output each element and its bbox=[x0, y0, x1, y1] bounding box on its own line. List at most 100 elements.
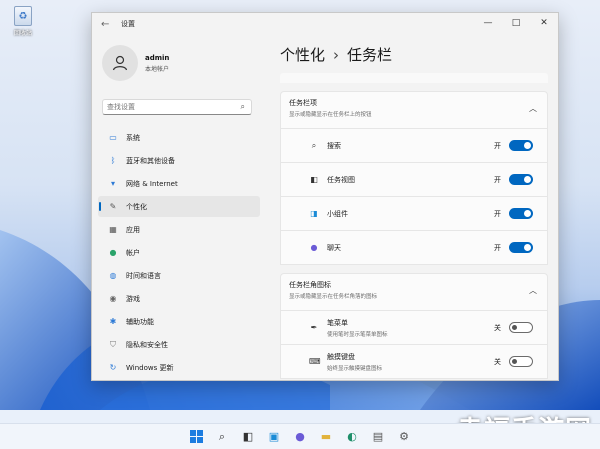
sidebar-item-label: 蓝牙和其他设备 bbox=[126, 156, 175, 165]
sidebar-item-time-language[interactable]: ◍ 时间和语言 bbox=[98, 265, 260, 286]
pen-icon: ✒ bbox=[310, 323, 318, 332]
sidebar-item-apps[interactable]: ▦ 应用 bbox=[98, 219, 260, 240]
sidebar-item-accessibility[interactable]: ✱ 辅助功能 bbox=[98, 311, 260, 332]
section-header[interactable]: 任务栏项 显示或隐藏显示在任务栏上的按钮 ︿ bbox=[280, 91, 548, 129]
sidebar-item-label: Windows 更新 bbox=[126, 363, 174, 372]
setting-row-touch-keyboard: ⌨ 触摸键盘 始终显示触摸键盘图标 关 bbox=[280, 345, 548, 379]
windows-logo-icon bbox=[189, 430, 203, 443]
chat-icon[interactable]: ● bbox=[292, 429, 308, 445]
apps-icon: ▦ bbox=[109, 225, 117, 234]
store-icon[interactable]: ▤ bbox=[370, 429, 386, 445]
person-icon: ● bbox=[109, 248, 117, 257]
avatar bbox=[102, 45, 138, 81]
widgets-toggle[interactable] bbox=[509, 208, 533, 219]
setting-row-chat: ● 聊天 开 bbox=[280, 231, 548, 265]
start-button[interactable] bbox=[188, 429, 204, 445]
maximize-button[interactable]: □ bbox=[502, 13, 530, 35]
task-view-icon: ◧ bbox=[310, 175, 318, 184]
back-arrow-icon[interactable]: ← bbox=[101, 19, 113, 30]
sidebar-item-label: 游戏 bbox=[126, 294, 140, 303]
sidebar-item-network[interactable]: ▾ 网络 & Internet bbox=[98, 173, 260, 194]
wifi-icon: ▾ bbox=[110, 179, 115, 188]
search-icon[interactable]: ⌕ bbox=[214, 429, 230, 445]
toggle-state: 开 bbox=[494, 210, 501, 218]
setting-row-pen-menu: ✒ 笔菜单 使用笔时显示笔菜单图标 关 bbox=[280, 311, 548, 345]
globe-icon: ◍ bbox=[109, 271, 117, 280]
accessibility-icon: ✱ bbox=[109, 317, 117, 326]
setting-row-search: ⌕ 搜索 开 bbox=[280, 129, 548, 163]
person-icon bbox=[112, 55, 128, 71]
chat-toggle[interactable] bbox=[509, 242, 533, 253]
sidebar-item-label: 应用 bbox=[126, 225, 140, 234]
update-icon: ↻ bbox=[109, 363, 117, 372]
pen-menu-toggle[interactable] bbox=[509, 322, 533, 333]
window-controls: — □ ✕ bbox=[474, 13, 558, 35]
taskbar-items-section: 任务栏项 显示或隐藏显示在任务栏上的按钮 ︿ ⌕ 搜索 开 ◧ 任务视图 开 ◨… bbox=[280, 91, 548, 265]
sidebar-item-bluetooth[interactable]: ᛒ 蓝牙和其他设备 bbox=[98, 150, 260, 171]
search-box[interactable]: ⌕ bbox=[102, 99, 252, 115]
sidebar-item-gaming[interactable]: ◉ 游戏 bbox=[98, 288, 260, 309]
sidebar-item-label: 帐户 bbox=[126, 248, 140, 257]
recycle-bin[interactable]: ♻ 回收站 bbox=[8, 6, 38, 37]
widgets-icon[interactable]: ▣ bbox=[266, 429, 282, 445]
keyboard-icon: ⌨ bbox=[309, 357, 321, 366]
edge-icon[interactable]: ◐ bbox=[344, 429, 360, 445]
minimize-button[interactable]: — bbox=[474, 13, 502, 35]
sidebar-item-windows-update[interactable]: ↻ Windows 更新 bbox=[98, 357, 260, 378]
section-title: 任务栏角图标 bbox=[289, 281, 331, 289]
task-view-icon[interactable]: ◧ bbox=[240, 429, 256, 445]
scrolled-card-edge bbox=[280, 73, 548, 83]
main-content: 个性化 › 任务栏 任务栏项 显示或隐藏显示在任务栏上的按钮 ︿ ⌕ 搜索 开 ◧ … bbox=[274, 35, 548, 380]
task-view-toggle[interactable] bbox=[509, 174, 533, 185]
search-icon: ⌕ bbox=[311, 140, 317, 150]
section-description: 显示或隐藏显示在任务栏上的按钮 bbox=[289, 112, 372, 118]
search-input[interactable] bbox=[107, 103, 227, 111]
setting-label: 聊天 bbox=[327, 243, 341, 252]
toggle-state: 关 bbox=[494, 358, 501, 366]
setting-label: 小组件 bbox=[327, 209, 348, 218]
section-description: 显示或隐藏显示在任务栏角落的图标 bbox=[289, 294, 378, 300]
sidebar-nav: ▭ 系统 ᛒ 蓝牙和其他设备 ▾ 网络 & Internet ✎ 个性化 ▦ 应… bbox=[92, 127, 264, 378]
setting-label: 笔菜单 bbox=[327, 318, 348, 327]
sidebar: admin 本地帐户 ⌕ ▭ 系统 ᛒ 蓝牙和其他设备 ▾ 网络 & Inter… bbox=[92, 35, 264, 380]
chevron-up-icon[interactable]: ︿ bbox=[529, 103, 537, 114]
widgets-icon: ◨ bbox=[310, 209, 318, 218]
gamepad-icon: ◉ bbox=[109, 294, 117, 303]
setting-description: 使用笔时显示笔菜单图标 bbox=[327, 331, 388, 338]
sidebar-item-label: 系统 bbox=[126, 133, 140, 142]
recycle-bin-icon: ♻ bbox=[14, 6, 32, 26]
breadcrumb-separator: › bbox=[333, 46, 340, 64]
setting-label: 搜索 bbox=[327, 141, 341, 150]
chevron-up-icon[interactable]: ︿ bbox=[529, 285, 537, 296]
section-title: 任务栏项 bbox=[289, 99, 317, 107]
breadcrumb-parent[interactable]: 个性化 bbox=[280, 46, 325, 64]
toggle-state: 开 bbox=[494, 142, 501, 150]
monitor-icon: ▭ bbox=[109, 133, 117, 142]
shield-icon: ⛉ bbox=[110, 339, 116, 349]
window-title: 设置 bbox=[121, 20, 135, 28]
close-button[interactable]: ✕ bbox=[530, 13, 558, 35]
section-header[interactable]: 任务栏角图标 显示或隐藏显示在任务栏角落的图标 ︿ bbox=[280, 273, 548, 311]
profile-type: 本地帐户 bbox=[145, 65, 170, 73]
setting-row-task-view: ◧ 任务视图 开 bbox=[280, 163, 548, 197]
setting-description: 始终显示触摸键盘图标 bbox=[327, 365, 383, 372]
chat-icon: ● bbox=[310, 243, 318, 252]
setting-label: 触摸键盘 bbox=[327, 352, 355, 361]
recycle-bin-label: 回收站 bbox=[13, 30, 32, 37]
settings-gear-icon[interactable]: ⚙ bbox=[396, 429, 412, 445]
touch-keyboard-toggle[interactable] bbox=[509, 356, 533, 367]
taskbar: ⌕ ◧ ▣ ● ▬ ◐ ▤ ⚙ bbox=[0, 423, 600, 449]
search-toggle[interactable] bbox=[509, 140, 533, 151]
sidebar-item-privacy[interactable]: ⛉ 隐私和安全性 bbox=[98, 334, 260, 355]
sidebar-item-accounts[interactable]: ● 帐户 bbox=[98, 242, 260, 263]
brush-icon: ✎ bbox=[109, 202, 117, 211]
setting-label: 任务视图 bbox=[327, 175, 355, 184]
toggle-state: 开 bbox=[494, 244, 501, 252]
toggle-state: 开 bbox=[494, 176, 501, 184]
sidebar-item-personalization[interactable]: ✎ 个性化 bbox=[98, 196, 260, 217]
sidebar-item-system[interactable]: ▭ 系统 bbox=[98, 127, 260, 148]
file-explorer-icon[interactable]: ▬ bbox=[318, 429, 334, 445]
page-title: 任务栏 bbox=[347, 46, 393, 64]
bluetooth-icon: ᛒ bbox=[110, 156, 116, 165]
profile[interactable]: admin 本地帐户 bbox=[102, 45, 264, 81]
